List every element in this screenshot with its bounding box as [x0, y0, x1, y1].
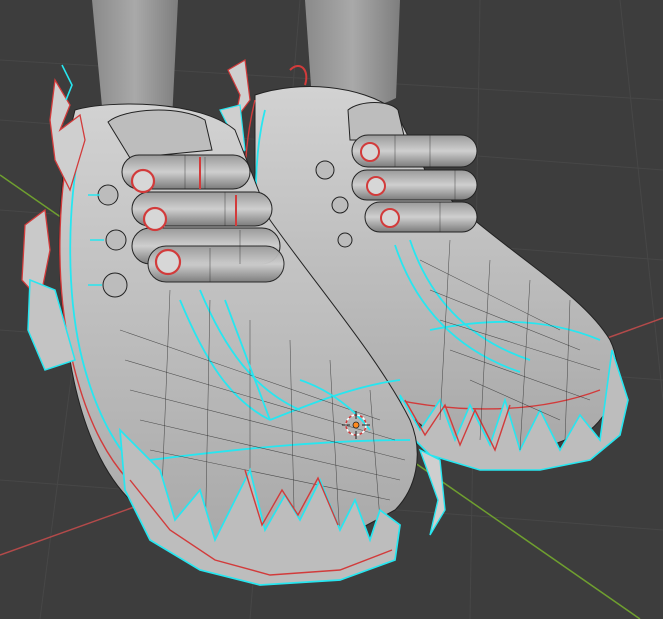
right-laces [351, 134, 478, 233]
object-origin-icon[interactable] [352, 421, 360, 429]
viewport-scene[interactable] [0, 0, 663, 619]
3d-viewport[interactable] [0, 0, 663, 619]
